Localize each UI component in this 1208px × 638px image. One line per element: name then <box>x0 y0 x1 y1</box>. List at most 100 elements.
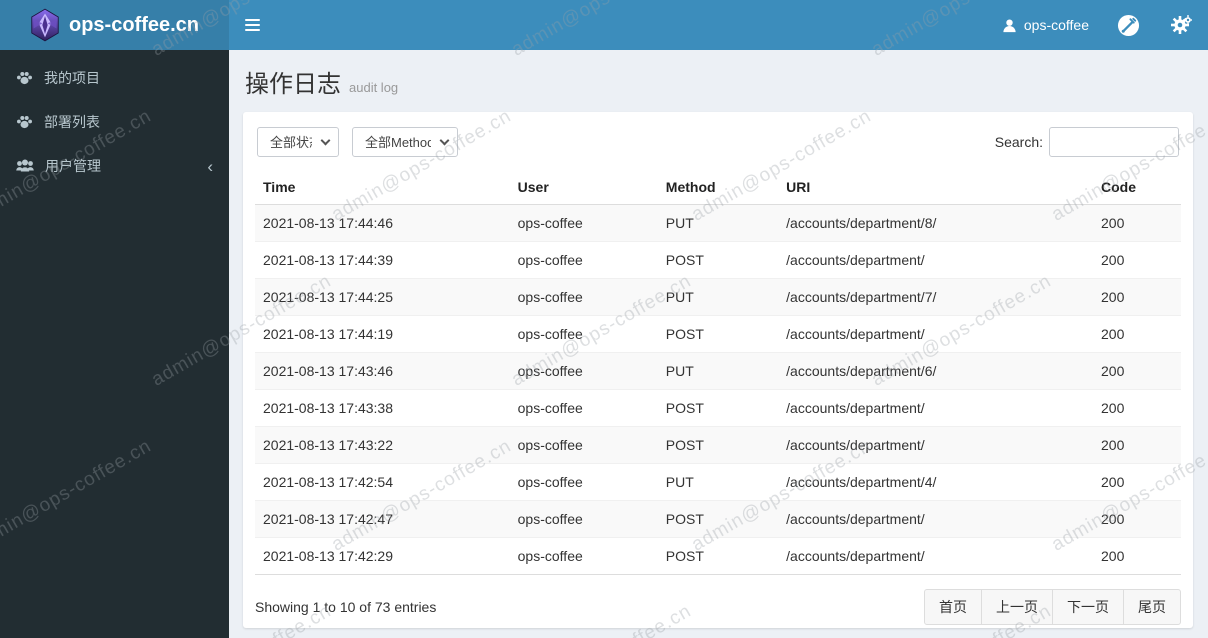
cell-user: ops-coffee <box>509 389 658 427</box>
crest-logo-icon <box>30 8 60 42</box>
search-label: Search: <box>994 134 1043 150</box>
sidebar: 我的项目 部署列表 用户管理 ‹ <box>0 50 229 638</box>
page-subtitle: audit log <box>349 80 399 95</box>
cell-time: 2021-08-13 17:44:46 <box>255 204 510 242</box>
method-filter-wrap: 全部Method <box>352 127 458 157</box>
first-page-button[interactable]: 首页 <box>924 589 982 625</box>
brand-label: ops-coffee.cn <box>68 13 200 36</box>
audit-log-table: Time User Method URI Code 2021-08-13 17:44:4… <box>255 169 1181 575</box>
paw-icon <box>16 70 33 86</box>
paw-icon <box>16 114 33 130</box>
main-content: 操作日志 audit log 全部状态 全部Method Search: Tim… <box>229 50 1208 638</box>
cell-uri: /accounts/department/ <box>778 241 1093 279</box>
cell-time: 2021-08-13 17:43:38 <box>255 389 510 427</box>
hamburger-icon[interactable] <box>229 0 275 50</box>
prev-page-button[interactable]: 上一页 <box>981 589 1053 625</box>
sidebar-item-deploy-list[interactable]: 部署列表 <box>0 100 229 144</box>
column-header-time[interactable]: Time <box>255 169 510 205</box>
cell-code: 200 <box>1093 463 1181 501</box>
cell-user: ops-coffee <box>509 537 658 575</box>
top-header: ops-coffee.cn ops-coffee <box>0 0 1208 50</box>
table-header-row: Time User Method URI Code <box>255 169 1181 205</box>
brand-logo-area[interactable]: ops-coffee.cn <box>0 0 229 50</box>
cell-method: POST <box>657 241 779 279</box>
method-filter-select[interactable]: 全部Method <box>352 127 458 157</box>
cell-uri: /accounts/department/ <box>778 315 1093 353</box>
cell-method: PUT <box>657 463 779 501</box>
cogs-icon[interactable] <box>1154 0 1208 50</box>
user-menu[interactable]: ops-coffee <box>988 0 1103 50</box>
cell-method: PUT <box>657 278 779 316</box>
table-row: 2021-08-13 17:42:47 ops-coffee POST/accoun… <box>255 500 1181 538</box>
tools-circle-icon[interactable] <box>1103 0 1154 50</box>
sidebar-item-user-management[interactable]: 用户管理 ‹ <box>0 144 229 188</box>
cell-method: POST <box>657 500 779 538</box>
cell-method: POST <box>657 389 779 427</box>
chevron-left-icon: ‹ <box>207 156 213 176</box>
users-icon <box>16 158 34 174</box>
cell-method: POST <box>657 537 779 575</box>
cell-user: ops-coffee <box>509 241 658 279</box>
cell-uri: /accounts/department/8/ <box>778 204 1093 242</box>
status-filter-select[interactable]: 全部状态 <box>257 127 339 157</box>
cell-uri: /accounts/department/ <box>778 426 1093 464</box>
cell-uri: /accounts/department/7/ <box>778 278 1093 316</box>
cell-user: ops-coffee <box>509 315 658 353</box>
table-row: 2021-08-13 17:43:46 ops-coffee PUT/account… <box>255 352 1181 390</box>
cell-user: ops-coffee <box>509 463 658 501</box>
column-header-user[interactable]: User <box>509 169 658 205</box>
user-name: ops-coffee <box>1023 17 1089 33</box>
page-title: 操作日志 <box>245 71 341 98</box>
cell-time: 2021-08-13 17:42:54 <box>255 463 510 501</box>
next-page-button[interactable]: 下一页 <box>1052 589 1124 625</box>
cell-code: 200 <box>1093 426 1181 464</box>
cell-user: ops-coffee <box>509 352 658 390</box>
cell-code: 200 <box>1093 278 1181 316</box>
table-row: 2021-08-13 17:43:38 ops-coffee POST/accoun… <box>255 389 1181 427</box>
cell-code: 200 <box>1093 500 1181 538</box>
cell-uri: /accounts/department/ <box>778 537 1093 575</box>
audit-log-panel: 全部状态 全部Method Search: Time User Method URI C… <box>243 112 1193 628</box>
cell-code: 200 <box>1093 204 1181 242</box>
sidebar-item-label: 用户管理 <box>45 158 101 174</box>
sidebar-item-label: 我的项目 <box>44 70 100 86</box>
cell-method: PUT <box>657 352 779 390</box>
cell-time: 2021-08-13 17:43:22 <box>255 426 510 464</box>
cell-user: ops-coffee <box>509 426 658 464</box>
column-header-uri[interactable]: URI <box>778 169 1093 205</box>
navbar: ops-coffee <box>229 0 1208 50</box>
cell-method: PUT <box>657 204 779 242</box>
cell-code: 200 <box>1093 315 1181 353</box>
sidebar-item-my-projects[interactable]: 我的项目 <box>0 56 229 100</box>
cell-time: 2021-08-13 17:44:39 <box>255 241 510 279</box>
table-row: 2021-08-13 17:44:19 ops-coffee POST/accoun… <box>255 315 1181 353</box>
cell-uri: /accounts/department/ <box>778 500 1093 538</box>
cell-code: 200 <box>1093 389 1181 427</box>
cell-method: POST <box>657 426 779 464</box>
cell-time: 2021-08-13 17:43:46 <box>255 352 510 390</box>
table-row: 2021-08-13 17:44:25 ops-coffee PUT/account… <box>255 278 1181 316</box>
table-row: 2021-08-13 17:44:39 ops-coffee POST/accoun… <box>255 241 1181 279</box>
table-row: 2021-08-13 17:42:29 ops-coffee POST/accoun… <box>255 537 1181 575</box>
entries-info: Showing 1 to 10 of 73 entries <box>255 599 437 615</box>
table-row: 2021-08-13 17:42:54 ops-coffee PUT/account… <box>255 463 1181 501</box>
column-header-method[interactable]: Method <box>657 169 779 205</box>
pagination: 首页 上一页 下一页 尾页 <box>924 589 1181 625</box>
cell-code: 200 <box>1093 352 1181 390</box>
cell-code: 200 <box>1093 537 1181 575</box>
cell-code: 200 <box>1093 241 1181 279</box>
table-row: 2021-08-13 17:43:22 ops-coffee POST/accoun… <box>255 426 1181 464</box>
cell-time: 2021-08-13 17:42:29 <box>255 537 510 575</box>
sidebar-item-label: 部署列表 <box>44 114 100 130</box>
cell-uri: /accounts/department/4/ <box>778 463 1093 501</box>
last-page-button[interactable]: 尾页 <box>1123 589 1181 625</box>
search-input[interactable] <box>1049 127 1179 157</box>
cell-time: 2021-08-13 17:42:47 <box>255 500 510 538</box>
status-filter-wrap: 全部状态 <box>257 127 339 157</box>
cell-uri: /accounts/department/6/ <box>778 352 1093 390</box>
column-header-code[interactable]: Code <box>1093 169 1181 205</box>
cell-user: ops-coffee <box>509 500 658 538</box>
cell-user: ops-coffee <box>509 204 658 242</box>
cell-time: 2021-08-13 17:44:19 <box>255 315 510 353</box>
cell-user: ops-coffee <box>509 278 658 316</box>
